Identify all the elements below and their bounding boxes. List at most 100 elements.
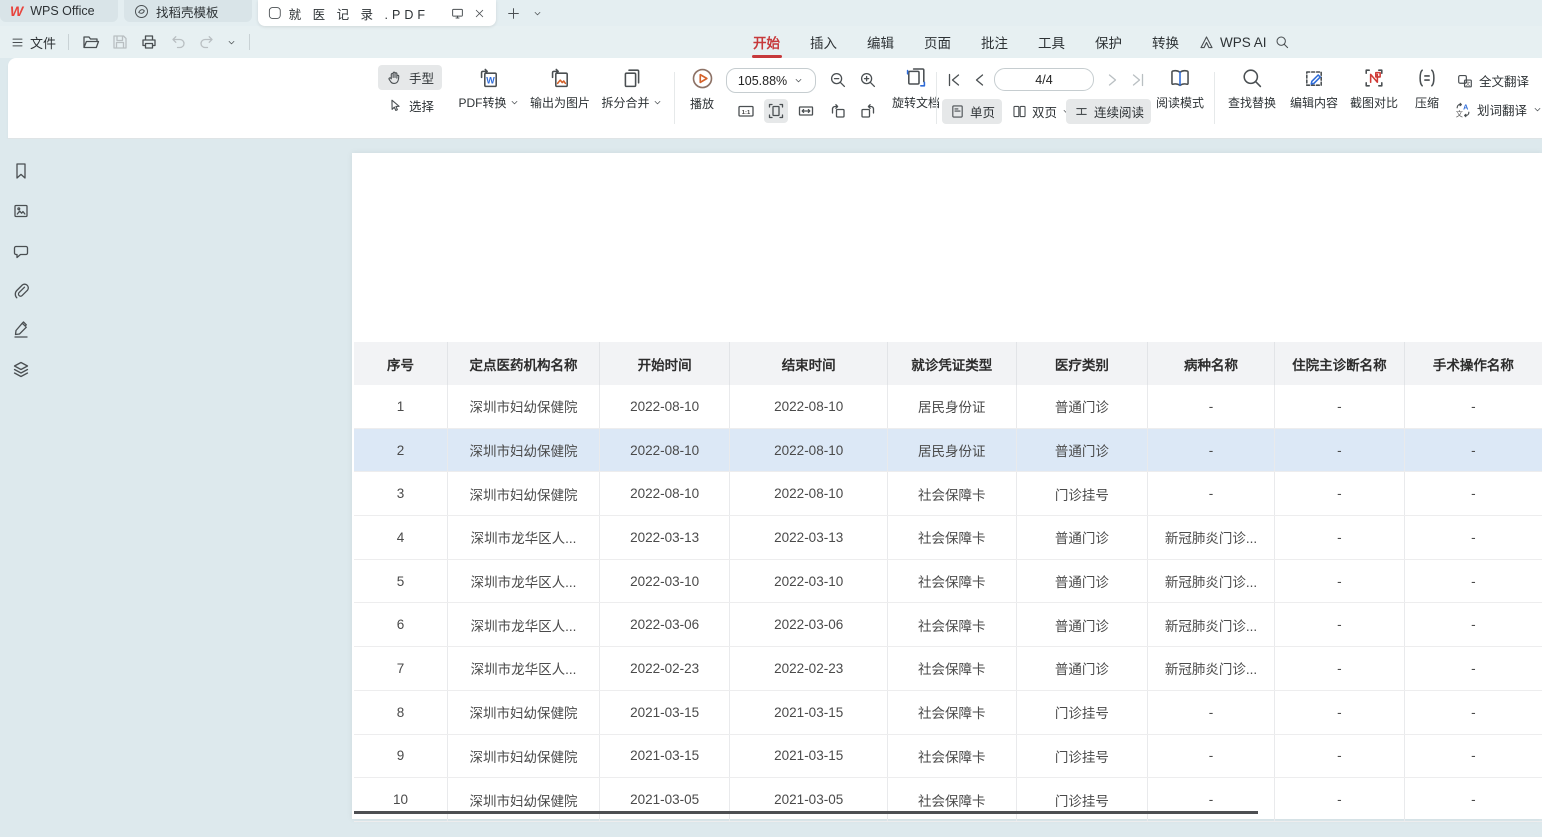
hand-tool-label: 手型 (409, 68, 434, 87)
table-cell: 2022-02-23 (730, 647, 887, 691)
zoom-in-button[interactable] (856, 68, 880, 92)
close-tab-icon[interactable] (473, 7, 486, 20)
table-header-cell: 结束时间 (730, 342, 887, 385)
rotate-left-button[interactable] (826, 99, 850, 123)
table-cell: 深圳市妇幼保健院 (448, 472, 600, 516)
save-icon[interactable] (110, 32, 130, 52)
word-translate-button[interactable]: A 文 划词翻译 (1454, 100, 1542, 119)
menu-item-3[interactable]: 页面 (909, 26, 966, 58)
table-cell: - (1404, 472, 1542, 516)
fulltext-translate-button[interactable]: A 文 全文翻译 (1456, 71, 1529, 90)
chevron-down-icon (532, 8, 543, 19)
edit-content-icon (1302, 66, 1326, 90)
tab-list-button[interactable] (526, 2, 548, 24)
table-cell: 2021-03-05 (730, 778, 887, 822)
page-number-input[interactable] (994, 68, 1094, 91)
table-cell: 社会保障卡 (887, 690, 1016, 734)
rotate-document-button[interactable]: 旋转文档 (886, 66, 946, 111)
rotate-document-icon (904, 66, 928, 90)
find-replace-button[interactable]: 查找替换 (1220, 66, 1284, 111)
zoom-out-button[interactable] (826, 68, 850, 92)
share-to-screen-icon[interactable] (450, 6, 465, 21)
new-tab-button[interactable] (502, 2, 524, 24)
compress-button[interactable]: 压缩 (1404, 66, 1450, 111)
menu-item-0[interactable]: 开始 (738, 26, 795, 58)
menu-item-6[interactable]: 保护 (1080, 26, 1137, 58)
screenshot-compare-button[interactable]: 截图对比 (1342, 66, 1406, 111)
select-tool-button[interactable]: 选择 (378, 93, 442, 118)
redo-icon[interactable] (197, 32, 217, 52)
menu-search-button[interactable] (1264, 26, 1300, 58)
table-cell: - (1274, 428, 1404, 472)
previous-page-button[interactable] (968, 68, 992, 92)
last-page-button[interactable] (1126, 68, 1150, 92)
signature-panel-icon[interactable] (11, 319, 31, 339)
open-file-icon[interactable] (81, 32, 101, 52)
next-page-icon (1102, 70, 1122, 90)
hand-tool-button[interactable]: 手型 (378, 65, 442, 90)
table-cell: 社会保障卡 (887, 603, 1016, 647)
menu-item-5[interactable]: 工具 (1023, 26, 1080, 58)
layers-panel-icon[interactable] (11, 359, 31, 379)
menu-item-2[interactable]: 编辑 (852, 26, 909, 58)
table-cell: 2022-08-10 (599, 428, 730, 472)
table-bottom-border (354, 811, 1258, 814)
cursor-icon (386, 97, 403, 114)
menu-item-1[interactable]: 插入 (795, 26, 852, 58)
undo-icon[interactable] (168, 32, 188, 52)
tab-label: 找稻壳模板 (156, 2, 219, 21)
thumbnails-panel-icon[interactable] (11, 201, 31, 221)
tab-bar: W WPS Office 找稻壳模板 P 就 医 记 录 .PDF (0, 0, 1542, 26)
single-page-button[interactable]: 单页 (942, 99, 1002, 124)
export-image-label: 输出为图片 (530, 94, 590, 111)
next-page-button[interactable] (1100, 68, 1124, 92)
table-cell: - (1404, 647, 1542, 691)
zoom-level-combobox[interactable]: 105.88% (726, 68, 816, 93)
continuous-reading-button[interactable]: 连续阅读 (1066, 99, 1151, 124)
fit-page-icon (766, 101, 786, 121)
read-mode-button[interactable]: 阅读模式 (1150, 66, 1210, 111)
double-page-label: 双页 (1032, 102, 1057, 121)
table-cell: 社会保障卡 (887, 472, 1016, 516)
fit-width-icon (796, 101, 816, 121)
fit-page-button[interactable] (764, 99, 788, 123)
tab-wps-office[interactable]: W WPS Office (0, 0, 118, 22)
menu-item-4[interactable]: 批注 (966, 26, 1023, 58)
table-cell: - (1148, 690, 1275, 734)
file-menu-button[interactable]: 文件 (10, 33, 56, 52)
fit-width-button[interactable] (794, 99, 818, 123)
rotate-right-icon (858, 101, 878, 121)
previous-page-icon (970, 70, 990, 90)
table-row: 3深圳市妇幼保健院2022-08-102022-08-10社会保障卡门诊挂号--… (354, 472, 1542, 516)
table-cell: 普通门诊 (1016, 559, 1148, 603)
table-cell: 2022-08-10 (599, 472, 730, 516)
first-page-button[interactable] (942, 68, 966, 92)
quick-access-chevron-icon[interactable] (226, 37, 237, 48)
print-icon[interactable] (139, 32, 159, 52)
split-merge-button[interactable]: 拆分合并 (596, 66, 668, 111)
play-button[interactable]: 播放 (680, 66, 724, 112)
read-mode-label: 阅读模式 (1156, 94, 1204, 111)
table-cell: 门诊挂号 (1016, 778, 1148, 822)
table-row: 10深圳市妇幼保健院2021-03-052021-03-05社会保障卡门诊挂号-… (354, 778, 1542, 822)
export-image-button[interactable]: 输出为图片 (521, 66, 599, 111)
table-cell: - (1274, 472, 1404, 516)
pdf-convert-button[interactable]: W PDF转换 (451, 66, 527, 111)
continuous-reading-label: 连续阅读 (1094, 102, 1144, 121)
tab-docer-templates[interactable]: 找稻壳模板 (124, 0, 252, 22)
edit-content-button[interactable]: 编辑内容 (1282, 66, 1346, 111)
table-cell: 2022-03-13 (599, 516, 730, 560)
table-cell: 深圳市龙华区人... (448, 559, 600, 603)
table-header-cell: 医疗类别 (1016, 342, 1148, 385)
zoom-out-icon (828, 70, 848, 90)
table-cell: 3 (354, 472, 448, 516)
comments-panel-icon[interactable] (11, 241, 31, 261)
actual-size-button[interactable]: 1:1 (734, 99, 758, 123)
table-cell: 2022-03-06 (599, 603, 730, 647)
table-cell: 社会保障卡 (887, 778, 1016, 822)
bookmarks-panel-icon[interactable] (11, 161, 31, 181)
tab-document[interactable]: P 就 医 记 录 .PDF (258, 0, 496, 26)
menu-list: 开始插入编辑页面批注工具保护转换 (738, 26, 1194, 58)
rotate-right-button[interactable] (856, 99, 880, 123)
attachments-panel-icon[interactable] (11, 281, 31, 301)
